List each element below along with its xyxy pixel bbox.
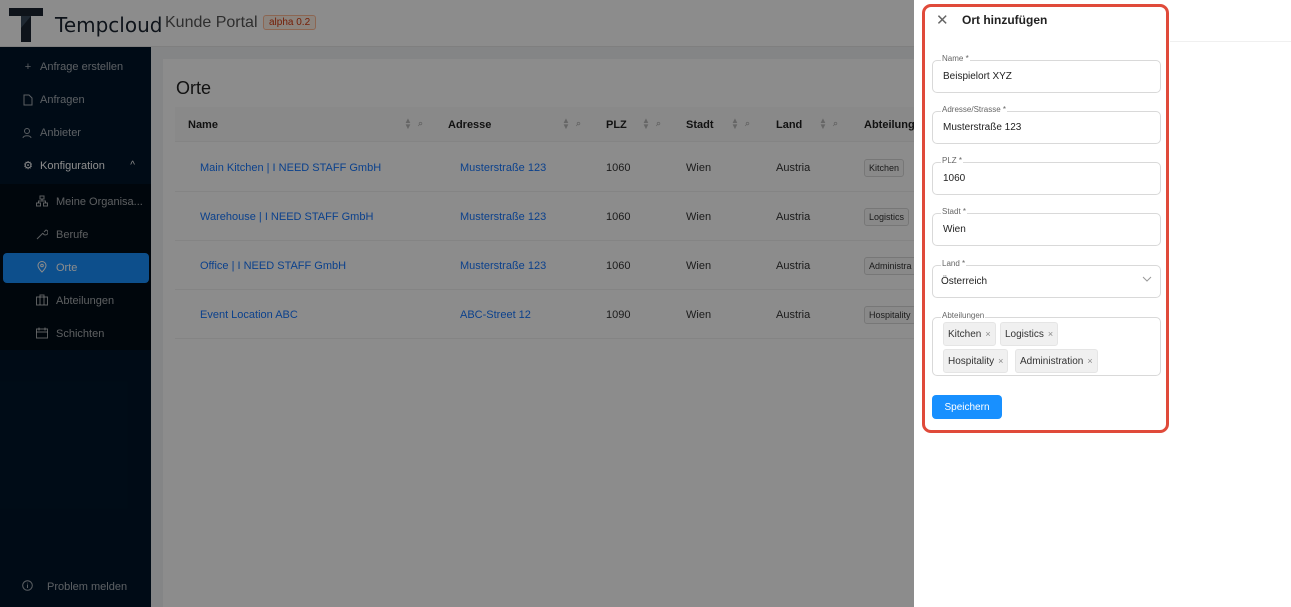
plz-field[interactable]: PLZ *: [932, 156, 1161, 195]
department-chip: Hospitality ×: [943, 349, 1009, 373]
save-button[interactable]: Speichern: [932, 395, 1002, 419]
city-field[interactable]: Stadt *: [932, 207, 1161, 246]
address-field[interactable]: Adresse/Strasse *: [932, 105, 1161, 144]
remove-chip-icon[interactable]: ×: [998, 356, 1003, 366]
chip-label: Logistics: [1005, 328, 1044, 340]
departments-multiselect[interactable]: Abteilungen Kitchen × Logistics × Hospit…: [932, 311, 1161, 376]
chevron-down-icon: [1142, 275, 1152, 286]
plz-input[interactable]: [943, 173, 1143, 184]
address-field-label: Adresse/Strasse *: [941, 105, 1008, 114]
close-icon[interactable]: ✕: [936, 11, 949, 29]
drawer-title: Ort hinzufügen: [962, 13, 1048, 27]
name-input[interactable]: [943, 71, 1143, 82]
drawer-header-divider: [1170, 41, 1291, 42]
address-input[interactable]: [943, 122, 1143, 133]
department-chip: Kitchen ×: [943, 322, 996, 346]
remove-chip-icon[interactable]: ×: [1087, 356, 1092, 366]
add-location-drawer: ✕ Ort hinzufügen Name * Adresse/Strasse …: [914, 0, 1291, 607]
country-selected-value: Österreich: [941, 276, 988, 287]
department-chip: Logistics ×: [1000, 322, 1059, 346]
name-field-label: Name *: [941, 54, 970, 63]
department-chip: Administration ×: [1015, 349, 1098, 373]
remove-chip-icon[interactable]: ×: [985, 329, 990, 339]
name-field[interactable]: Name *: [932, 54, 1161, 93]
chip-label: Hospitality: [948, 355, 995, 367]
city-input[interactable]: [943, 224, 1143, 235]
city-field-label: Stadt *: [941, 207, 968, 216]
chip-label: Administration: [1020, 355, 1084, 367]
chip-label: Kitchen: [948, 328, 982, 340]
remove-chip-icon[interactable]: ×: [1048, 329, 1053, 339]
plz-field-label: PLZ *: [941, 156, 964, 165]
country-select[interactable]: Land * Österreich: [932, 259, 1161, 298]
departments-field-label: Abteilungen: [941, 311, 986, 320]
drawer-mask[interactable]: [0, 0, 914, 607]
country-field-label: Land *: [941, 259, 967, 268]
